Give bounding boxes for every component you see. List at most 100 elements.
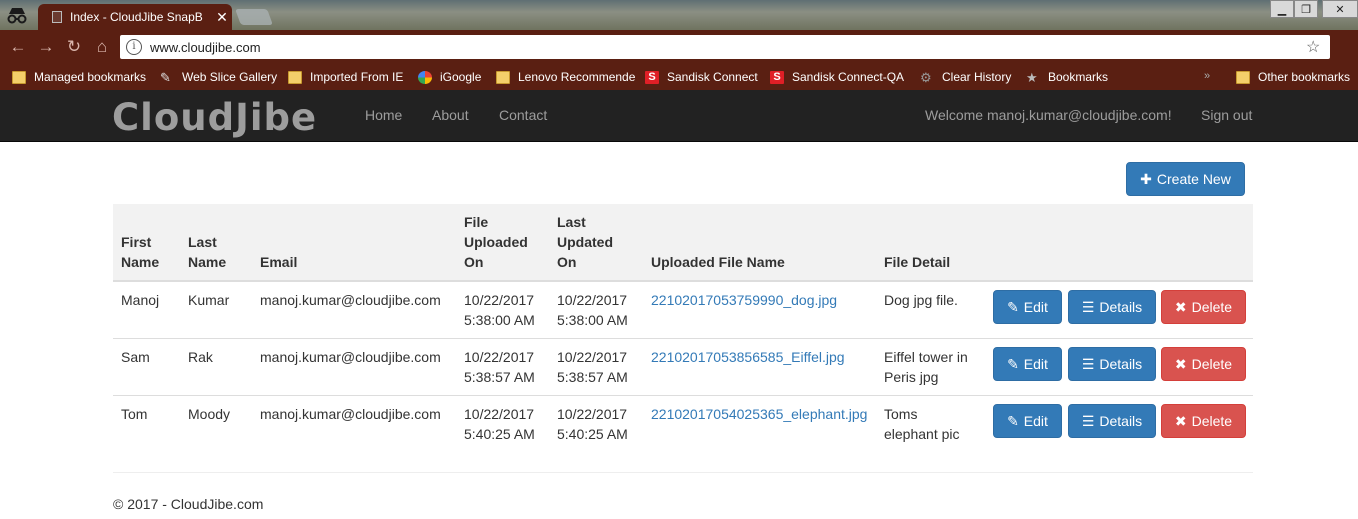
bookmark-item[interactable]: Lenovo Recommende <box>496 64 635 90</box>
delete-button[interactable]: ✖ Delete <box>1161 347 1246 381</box>
sandisk-icon: S <box>770 70 784 84</box>
cell-updated-on: 10/22/2017 5:38:57 AM <box>549 338 643 396</box>
brand-logo[interactable]: CloudJibe <box>112 96 317 139</box>
pencil-icon: ✎ <box>1007 356 1019 372</box>
files-table: First Name Last Name Email File Uploaded On … <box>113 204 1253 453</box>
tab-title: Index - CloudJibe SnapB <box>70 10 203 24</box>
edit-button[interactable]: ✎ Edit <box>993 404 1062 438</box>
pencil-icon: ✎ <box>1007 299 1019 315</box>
cell-file-name: 22102017053856585_Eiffel.jpg <box>643 338 876 396</box>
cell-file-detail: Eiffel tower in Peris jpg <box>876 338 983 396</box>
cell-file-name: 22102017053759990_dog.jpg <box>643 280 876 339</box>
browser-titlebar: Index - CloudJibe SnapB ✕ ▁ ❐ ✕ <box>0 0 1358 30</box>
bookmarks-overflow-icon[interactable]: » <box>1204 70 1210 82</box>
file-link[interactable]: 22102017053759990_dog.jpg <box>651 292 837 308</box>
column-header-email: Email <box>252 204 456 282</box>
nav-contact-link[interactable]: Contact <box>499 107 547 123</box>
bookmark-label: Web Slice Gallery <box>182 70 278 84</box>
bookmark-label: Sandisk Connect <box>667 70 758 84</box>
nav-home-link[interactable]: Home <box>365 107 402 123</box>
document-icon <box>52 11 62 23</box>
cell-file-detail: Dog jpg file. <box>876 280 983 339</box>
table-row: Tom Moody manoj.kumar@cloudjibe.com 10/2… <box>113 395 1253 453</box>
address-bar[interactable]: i www.cloudjibe.com ☆ <box>120 35 1330 59</box>
footer-divider <box>113 472 1253 473</box>
folder-icon <box>1236 70 1250 84</box>
cell-uploaded-on: 10/22/2017 5:38:00 AM <box>456 280 549 339</box>
info-icon[interactable]: i <box>126 39 142 55</box>
table-header-row: First Name Last Name Email File Uploaded On … <box>113 204 1253 282</box>
delete-button[interactable]: ✖ Delete <box>1161 290 1246 324</box>
column-header-actions <box>983 204 1253 282</box>
file-link[interactable]: 22102017054025365_elephant.jpg <box>651 406 867 422</box>
cell-file-detail: Toms elephant pic <box>876 395 983 453</box>
bookmark-star-icon[interactable]: ☆ <box>1306 37 1330 57</box>
edit-button[interactable]: ✎ Edit <box>993 347 1062 381</box>
sandisk-icon: S <box>645 70 659 84</box>
gear-icon: ⚙ <box>920 69 932 85</box>
bookmark-item[interactable]: Managed bookmarks <box>12 64 146 90</box>
minimize-icon[interactable]: ▁ <box>1270 0 1294 18</box>
window-close-icon[interactable]: ✕ <box>1322 0 1358 18</box>
column-header-last-name: Last Name <box>180 204 252 282</box>
cell-updated-on: 10/22/2017 5:40:25 AM <box>549 395 643 453</box>
welcome-link[interactable]: Welcome manoj.kumar@cloudjibe.com! <box>925 107 1172 123</box>
new-tab-button[interactable] <box>235 9 273 25</box>
details-button[interactable]: ☰ Details <box>1068 290 1156 324</box>
bookmark-item[interactable]: ★ Bookmarks <box>1026 64 1108 90</box>
delete-x-icon: ✖ <box>1174 299 1187 315</box>
folder-icon <box>12 70 26 84</box>
bookmark-item[interactable]: ✎ Web Slice Gallery <box>160 64 277 90</box>
reload-icon[interactable]: ↻ <box>64 37 84 57</box>
other-bookmarks[interactable]: Other bookmarks <box>1236 64 1350 90</box>
restore-icon[interactable]: ❐ <box>1294 0 1318 18</box>
details-button[interactable]: ☰ Details <box>1068 404 1156 438</box>
cell-uploaded-on: 10/22/2017 5:38:57 AM <box>456 338 549 396</box>
bookmark-item[interactable]: S Sandisk Connect <box>645 64 758 90</box>
bookmark-label: Other bookmarks <box>1258 70 1351 84</box>
incognito-icon <box>7 8 27 24</box>
cell-first-name: Sam <box>113 338 180 396</box>
google-icon <box>418 70 432 84</box>
bookmark-item[interactable]: Imported From IE <box>288 64 403 90</box>
table-row: Manoj Kumar manoj.kumar@cloudjibe.com 10… <box>113 280 1253 339</box>
bookmark-label: Managed bookmarks <box>34 70 147 84</box>
signout-link[interactable]: Sign out <box>1201 107 1252 123</box>
browser-toolbar: ← → ↻ ⌂ i www.cloudjibe.com ☆ <box>0 30 1358 64</box>
bookmark-label: Sandisk Connect-QA <box>792 70 905 84</box>
bookmark-item[interactable]: ⚙ Clear History <box>920 64 1011 90</box>
folder-icon <box>496 70 510 84</box>
bookmarks-bar: Managed bookmarks ✎ Web Slice Gallery Im… <box>0 64 1358 90</box>
cell-last-name: Rak <box>180 338 252 396</box>
create-new-button[interactable]: ✚ Create New <box>1126 162 1245 196</box>
list-icon: ☰ <box>1081 413 1095 429</box>
pencil-icon: ✎ <box>1007 413 1019 429</box>
nav-about-link[interactable]: About <box>432 107 469 123</box>
delete-button[interactable]: ✖ Delete <box>1161 404 1246 438</box>
column-header-updated-on: Last Updated On <box>549 204 643 282</box>
cell-email: manoj.kumar@cloudjibe.com <box>252 395 456 453</box>
browser-tab[interactable]: Index - CloudJibe SnapB ✕ <box>38 4 232 30</box>
bookmark-label: Lenovo Recommende <box>518 70 636 84</box>
bookmark-label: Imported From IE <box>310 70 404 84</box>
cell-email: manoj.kumar@cloudjibe.com <box>252 338 456 396</box>
table-row: Sam Rak manoj.kumar@cloudjibe.com 10/22/… <box>113 338 1253 396</box>
back-arrow-icon[interactable]: ← <box>8 37 28 57</box>
cell-last-name: Moody <box>180 395 252 453</box>
bookmark-label: Clear History <box>942 70 1012 84</box>
tab-close-icon[interactable]: ✕ <box>212 9 232 26</box>
file-link[interactable]: 22102017053856585_Eiffel.jpg <box>651 349 845 365</box>
details-button[interactable]: ☰ Details <box>1068 347 1156 381</box>
web-slice-icon: ✎ <box>160 69 171 85</box>
star-icon: ★ <box>1026 69 1038 85</box>
bookmark-item[interactable]: S Sandisk Connect-QA <box>770 64 904 90</box>
plus-icon: ✚ <box>1140 170 1152 187</box>
cell-updated-on: 10/22/2017 5:38:00 AM <box>549 280 643 339</box>
create-new-label: Create New <box>1156 171 1231 187</box>
home-icon[interactable]: ⌂ <box>92 37 112 57</box>
bookmark-item[interactable]: iGoogle <box>418 64 481 90</box>
column-header-first-name: First Name <box>113 204 180 282</box>
url-text[interactable]: www.cloudjibe.com <box>150 40 1306 55</box>
edit-button[interactable]: ✎ Edit <box>993 290 1062 324</box>
forward-arrow-icon[interactable]: → <box>36 37 56 57</box>
